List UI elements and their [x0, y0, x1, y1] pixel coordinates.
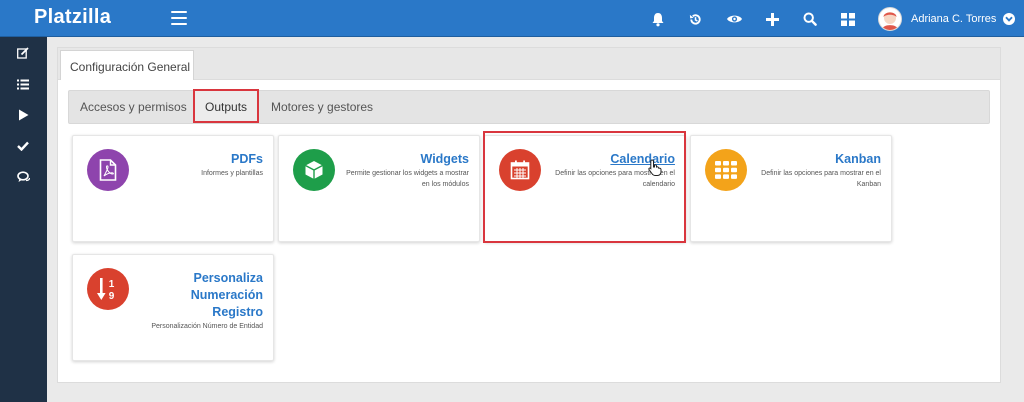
check-icon[interactable]	[16, 139, 30, 153]
top-bar: Platzilla Adriana C. Torres	[0, 0, 1024, 37]
cube-icon	[293, 149, 335, 191]
card-description: Personalización Número de Entidad	[151, 323, 263, 330]
general-settings-panel: Configuración General Accesos y permisos…	[57, 47, 1001, 383]
sidebar	[0, 37, 47, 402]
user-menu[interactable]: Adriana C. Torres	[878, 6, 1016, 32]
subtabs-bar: Accesos y permisos Outputs Motores y ges…	[68, 89, 990, 124]
card-title: Calendario	[610, 152, 675, 166]
user-name: Adriana C. Torres	[911, 13, 997, 25]
card-title: Widgets	[420, 152, 470, 166]
kanban-icon	[705, 149, 747, 191]
menu-toggle-button[interactable]	[171, 11, 187, 25]
card-description: Informes y plantillas	[201, 170, 263, 177]
hand-cursor-icon	[648, 159, 662, 181]
tab-access-permissions[interactable]: Accesos y permisos	[80, 91, 187, 123]
list-icon[interactable]	[16, 77, 30, 91]
card-title: PDFs	[231, 152, 263, 166]
chat-icon[interactable]	[16, 170, 30, 184]
app-logo[interactable]: Platzilla	[34, 6, 111, 29]
card-description: Definir las opciones para mostrar en el …	[761, 170, 881, 188]
card-widgets[interactable]: Widgets Permite gestionar los widgets a …	[278, 135, 480, 242]
card-record-numbering[interactable]: 19 Personaliza Numeración Registro Perso…	[72, 254, 274, 361]
play-icon[interactable]	[16, 108, 30, 122]
card-calendar[interactable]: Calendario Definir las opciones para mos…	[484, 135, 686, 242]
bell-icon[interactable]	[648, 9, 668, 29]
tab-engines-managers[interactable]: Motores y gestores	[271, 91, 373, 123]
edit-icon[interactable]	[16, 46, 30, 60]
tab-general-settings[interactable]: Configuración General	[60, 50, 194, 80]
sort-numeric-icon: 19	[87, 268, 129, 310]
eye-icon[interactable]	[724, 9, 744, 29]
card-pdfs[interactable]: PDFs Informes y plantillas	[72, 135, 274, 242]
tab-outputs[interactable]: Outputs	[193, 89, 260, 123]
card-kanban[interactable]: Kanban Definir las opciones para mostrar…	[690, 135, 892, 242]
panel-header: Configuración General	[58, 48, 1000, 80]
svg-text:9: 9	[109, 291, 115, 302]
plus-icon[interactable]	[762, 9, 782, 29]
card-description: Permite gestionar los widgets a mostrar …	[346, 170, 469, 188]
chevron-down-icon[interactable]	[1003, 13, 1016, 25]
card-title: Kanban	[835, 152, 881, 166]
grid-icon[interactable]	[838, 9, 858, 29]
avatar	[878, 7, 902, 31]
calendar-icon	[499, 149, 541, 191]
svg-text:1: 1	[109, 279, 115, 290]
pdf-icon	[87, 149, 129, 191]
history-icon[interactable]	[685, 9, 705, 29]
search-icon[interactable]	[800, 9, 820, 29]
card-title: Personaliza Numeración Registro	[190, 271, 263, 319]
